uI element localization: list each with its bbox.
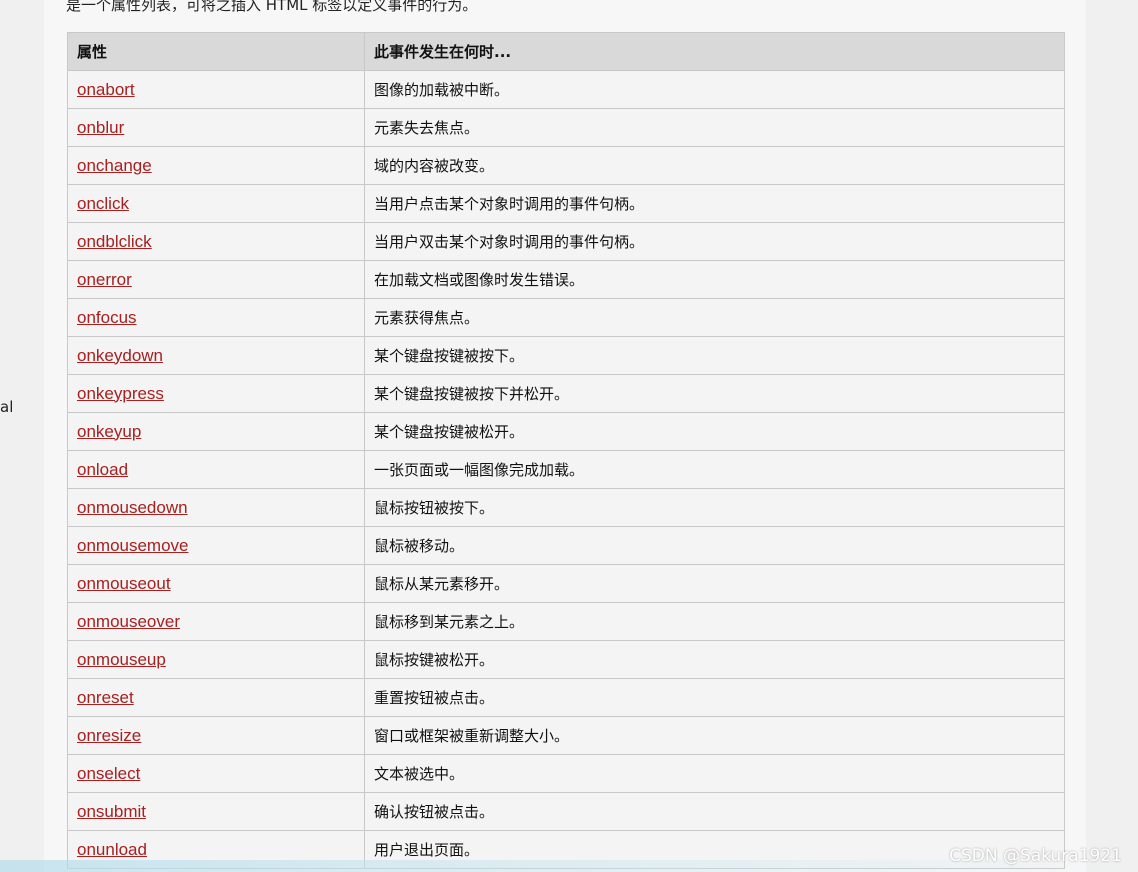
- description-cell: 当用户点击某个对象时调用的事件句柄。: [364, 184, 1065, 223]
- description-cell: 窗口或框架被重新调整大小。: [364, 716, 1065, 755]
- event-attributes-table: 属性 此事件发生在何时... onabort 图像的加载被中断。 onblur 元素失…: [67, 32, 1065, 869]
- table-row: onerror 在加载文档或图像时发生错误。: [67, 260, 1065, 299]
- table-row: onmousedown 鼠标按钮被按下。: [67, 488, 1065, 527]
- table-row: onmouseover 鼠标移到某元素之上。: [67, 602, 1065, 641]
- attribute-link[interactable]: onkeypress: [77, 384, 164, 403]
- description-cell: 在加载文档或图像时发生错误。: [364, 260, 1065, 299]
- attribute-link[interactable]: onsubmit: [77, 802, 146, 821]
- description-cell: 一张页面或一幅图像完成加载。: [364, 450, 1065, 489]
- table-row: onkeydown 某个键盘按键被按下。: [67, 336, 1065, 375]
- header-when: 此事件发生在何时...: [364, 32, 1065, 71]
- attribute-link[interactable]: onmousedown: [77, 498, 188, 517]
- attribute-link[interactable]: onload: [77, 460, 128, 479]
- description-cell: 元素获得焦点。: [364, 298, 1065, 337]
- table-row: onresize 窗口或框架被重新调整大小。: [67, 716, 1065, 755]
- watermark: CSDN @Sakura1921: [949, 846, 1122, 866]
- description-cell: 重置按钮被点击。: [364, 678, 1065, 717]
- description-cell: 鼠标被移动。: [364, 526, 1065, 565]
- description-cell: 当用户双击某个对象时调用的事件句柄。: [364, 222, 1065, 261]
- attribute-link[interactable]: onresize: [77, 726, 141, 745]
- description-cell: 确认按钮被点击。: [364, 792, 1065, 831]
- attribute-link[interactable]: onmouseout: [77, 574, 171, 593]
- attribute-link[interactable]: onblur: [77, 118, 124, 137]
- description-cell: 文本被选中。: [364, 754, 1065, 793]
- attribute-cell: onmousedown: [67, 488, 365, 527]
- attribute-cell: onchange: [67, 146, 365, 185]
- description-cell: 图像的加载被中断。: [364, 70, 1065, 109]
- description-cell: 某个键盘按键被按下并松开。: [364, 374, 1065, 413]
- attribute-link[interactable]: onchange: [77, 156, 152, 175]
- attribute-link[interactable]: onmouseup: [77, 650, 166, 669]
- attribute-cell: onsubmit: [67, 792, 365, 831]
- table-row: onchange 域的内容被改变。: [67, 146, 1065, 185]
- table-row: onblur 元素失去焦点。: [67, 108, 1065, 147]
- attribute-link[interactable]: onclick: [77, 194, 129, 213]
- description-cell: 鼠标移到某元素之上。: [364, 602, 1065, 641]
- attribute-link[interactable]: onunload: [77, 840, 147, 859]
- attribute-link[interactable]: onkeyup: [77, 422, 141, 441]
- table-row: onselect 文本被选中。: [67, 754, 1065, 793]
- table-row: onreset 重置按钮被点击。: [67, 678, 1065, 717]
- header-attribute: 属性: [67, 32, 365, 71]
- table-row: ondblclick 当用户双击某个对象时调用的事件句柄。: [67, 222, 1065, 261]
- table-row: onmouseout 鼠标从某元素移开。: [67, 564, 1065, 603]
- table-row: onmouseup 鼠标按键被松开。: [67, 640, 1065, 679]
- description-cell: 鼠标从某元素移开。: [364, 564, 1065, 603]
- attribute-cell: onclick: [67, 184, 365, 223]
- attribute-link[interactable]: onfocus: [77, 308, 137, 327]
- attribute-cell: onkeyup: [67, 412, 365, 451]
- attribute-cell: onmouseover: [67, 602, 365, 641]
- attribute-cell: onblur: [67, 108, 365, 147]
- attribute-cell: onmouseup: [67, 640, 365, 679]
- attribute-cell: onfocus: [67, 298, 365, 337]
- table-row: onabort 图像的加载被中断。: [67, 70, 1065, 109]
- attribute-cell: onreset: [67, 678, 365, 717]
- attribute-link[interactable]: onmouseover: [77, 612, 180, 631]
- attribute-cell: onload: [67, 450, 365, 489]
- sidebar-text-fragment: al: [0, 398, 14, 416]
- attribute-cell: onmouseout: [67, 564, 365, 603]
- description-cell: 元素失去焦点。: [364, 108, 1065, 147]
- table-row: onkeyup 某个键盘按键被松开。: [67, 412, 1065, 451]
- attribute-link[interactable]: onselect: [77, 764, 140, 783]
- attribute-link[interactable]: onreset: [77, 688, 134, 707]
- table-row: onfocus 元素获得焦点。: [67, 298, 1065, 337]
- attribute-cell: onmousemove: [67, 526, 365, 565]
- attribute-cell: onkeydown: [67, 336, 365, 375]
- attribute-cell: onresize: [67, 716, 365, 755]
- description-cell: 某个键盘按键被按下。: [364, 336, 1065, 375]
- table-header-row: 属性 此事件发生在何时...: [67, 32, 1065, 71]
- description-cell: 鼠标按钮被按下。: [364, 488, 1065, 527]
- description-cell: 某个键盘按键被松开。: [364, 412, 1065, 451]
- table-row: onkeypress 某个键盘按键被按下并松开。: [67, 374, 1065, 413]
- table-row: onload 一张页面或一幅图像完成加载。: [67, 450, 1065, 489]
- table-row: onmousemove 鼠标被移动。: [67, 526, 1065, 565]
- description-cell: 鼠标按键被松开。: [364, 640, 1065, 679]
- attribute-link[interactable]: ondblclick: [77, 232, 152, 251]
- attribute-cell: onabort: [67, 70, 365, 109]
- table-row: onsubmit 确认按钮被点击。: [67, 792, 1065, 831]
- table-row: onclick 当用户点击某个对象时调用的事件句柄。: [67, 184, 1065, 223]
- attribute-link[interactable]: onkeydown: [77, 346, 163, 365]
- attribute-cell: onkeypress: [67, 374, 365, 413]
- attribute-link[interactable]: onabort: [77, 80, 135, 99]
- intro-text: 是一个属性列表，可将之插入 HTML 标签以定义事件的行为。: [66, 0, 478, 14]
- attribute-link[interactable]: onmousemove: [77, 536, 189, 555]
- attribute-cell: onerror: [67, 260, 365, 299]
- attribute-cell: ondblclick: [67, 222, 365, 261]
- attribute-link[interactable]: onerror: [77, 270, 132, 289]
- description-cell: 域的内容被改变。: [364, 146, 1065, 185]
- attribute-cell: onselect: [67, 754, 365, 793]
